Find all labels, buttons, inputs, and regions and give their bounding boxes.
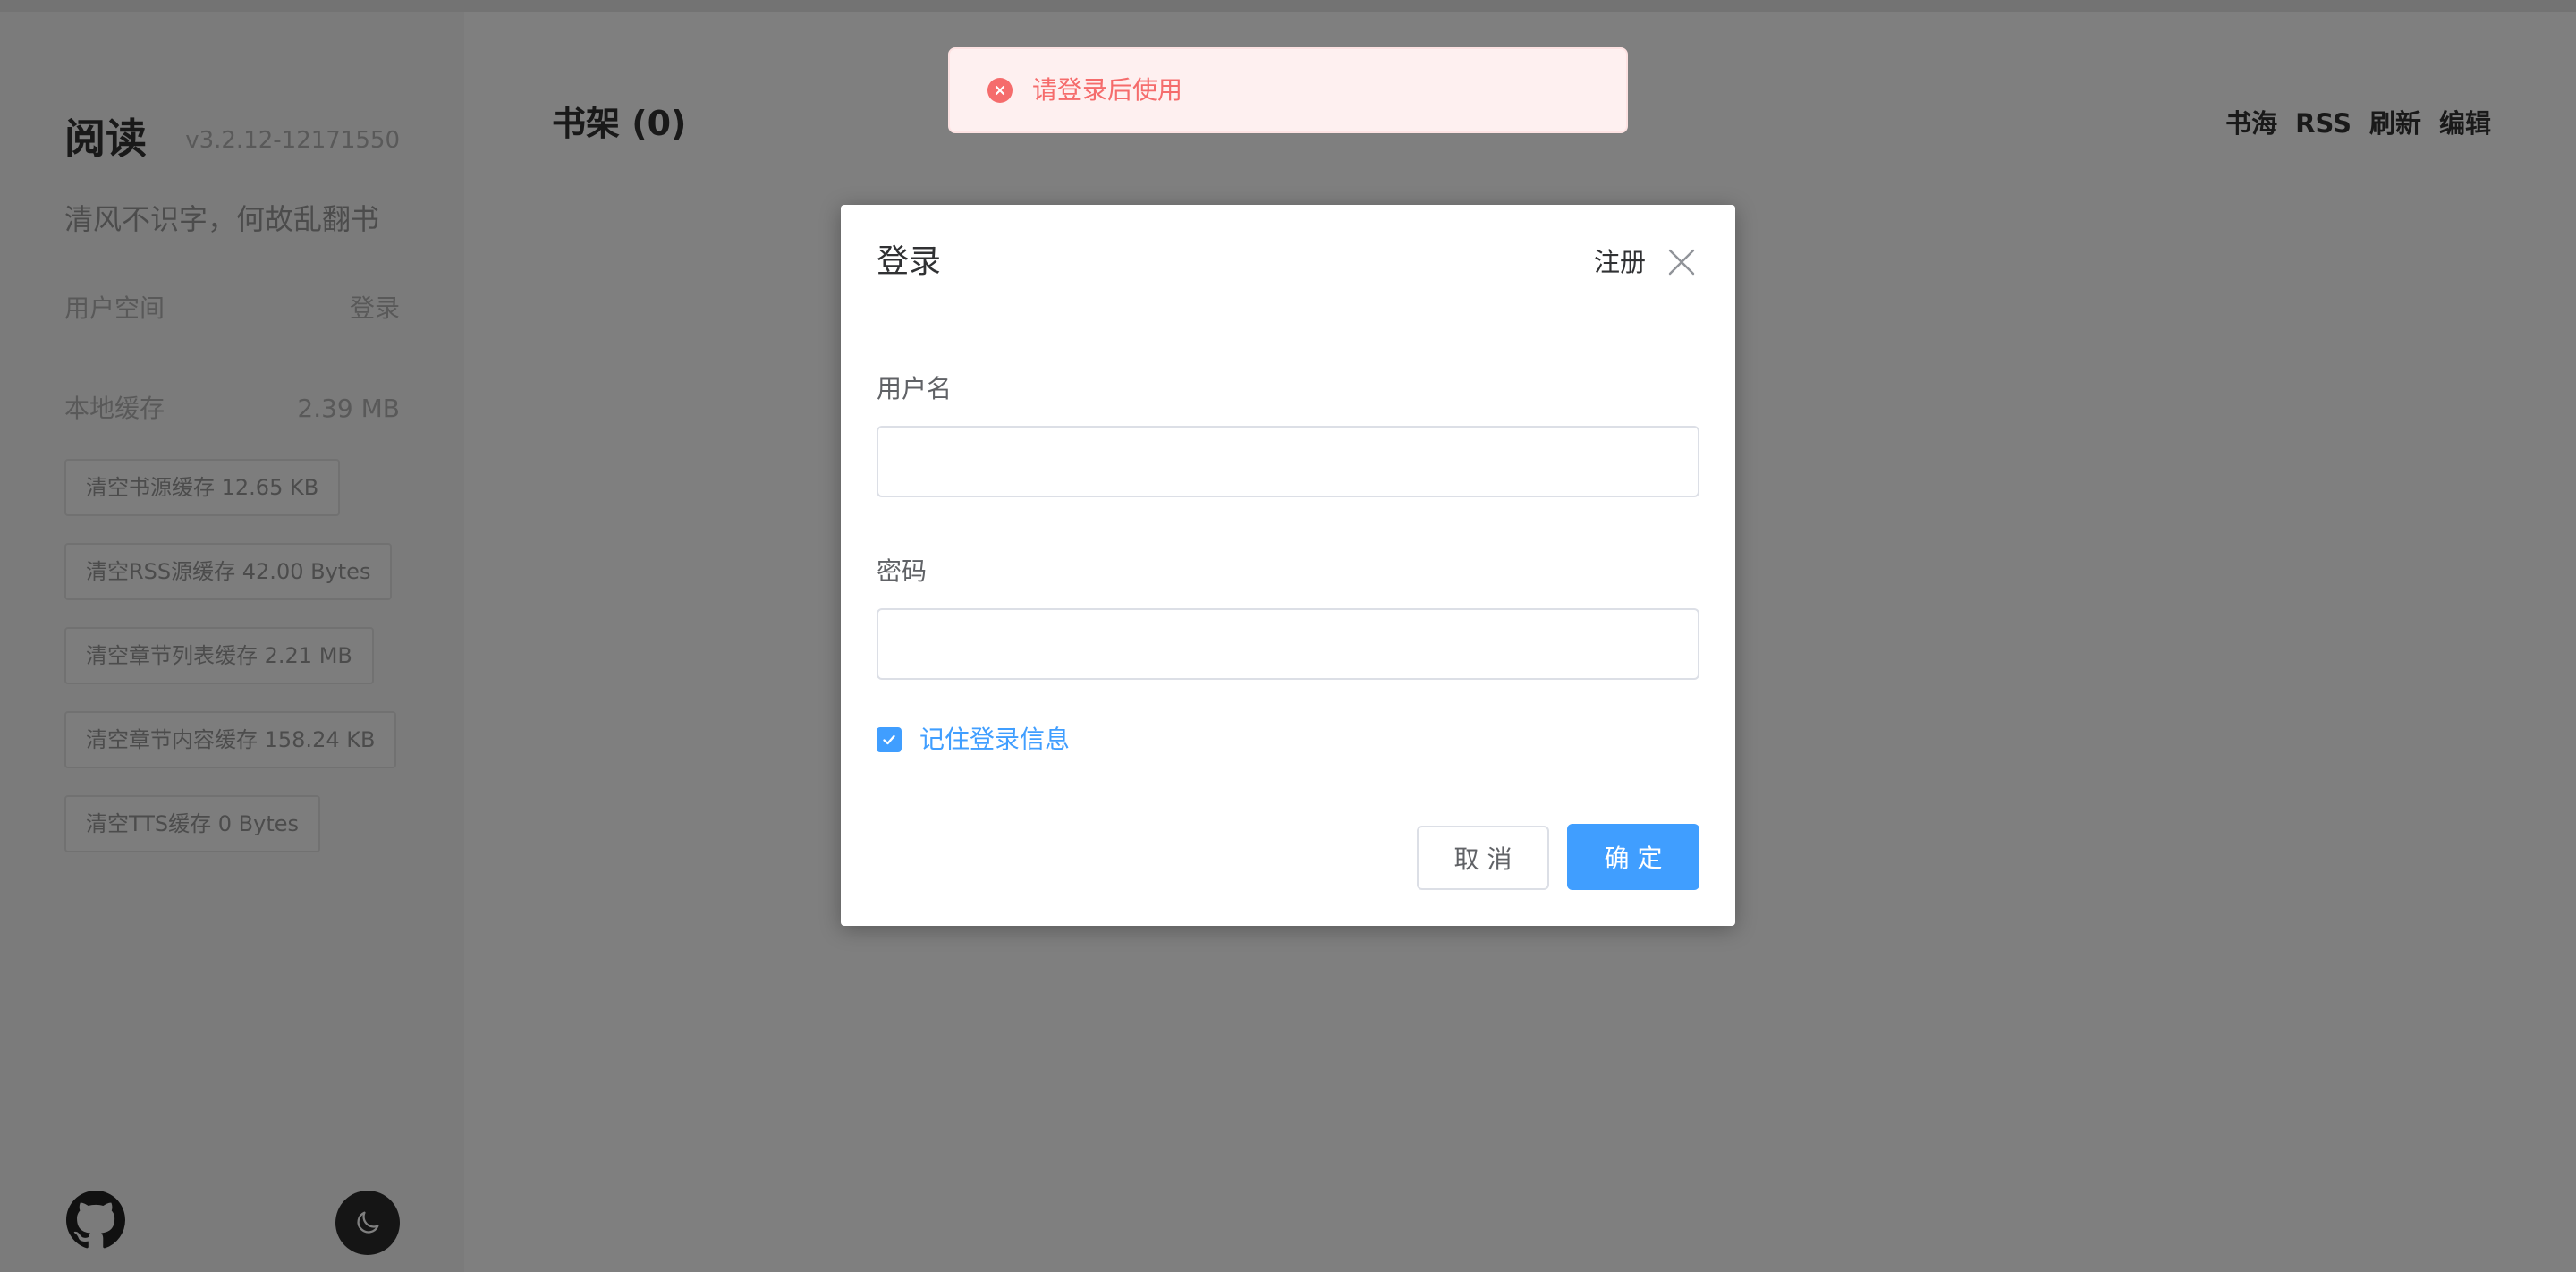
cancel-button[interactable]: 取 消 xyxy=(1417,826,1549,890)
register-link[interactable]: 注册 xyxy=(1594,242,1646,282)
username-label: 用户名 xyxy=(877,374,953,403)
password-label: 密码 xyxy=(877,556,928,586)
remember-login-checkbox[interactable]: 记住登录信息 xyxy=(877,722,1070,758)
error-circle-icon xyxy=(987,78,1013,103)
checkbox-checked-icon[interactable] xyxy=(877,727,902,752)
confirm-button[interactable]: 确 定 xyxy=(1567,824,1699,890)
close-icon[interactable] xyxy=(1667,248,1696,276)
error-toast: 请登录后使用 xyxy=(948,47,1628,133)
password-input[interactable] xyxy=(877,608,1699,680)
username-input[interactable] xyxy=(877,426,1699,497)
remember-login-label[interactable]: 记住登录信息 xyxy=(919,722,1070,758)
dialog-title: 登录 xyxy=(877,243,942,280)
toast-message: 请登录后使用 xyxy=(1032,75,1183,105)
login-dialog: 登录 注册 用户名 密码 记住登录信息 取 消 确 定 xyxy=(841,205,1735,926)
